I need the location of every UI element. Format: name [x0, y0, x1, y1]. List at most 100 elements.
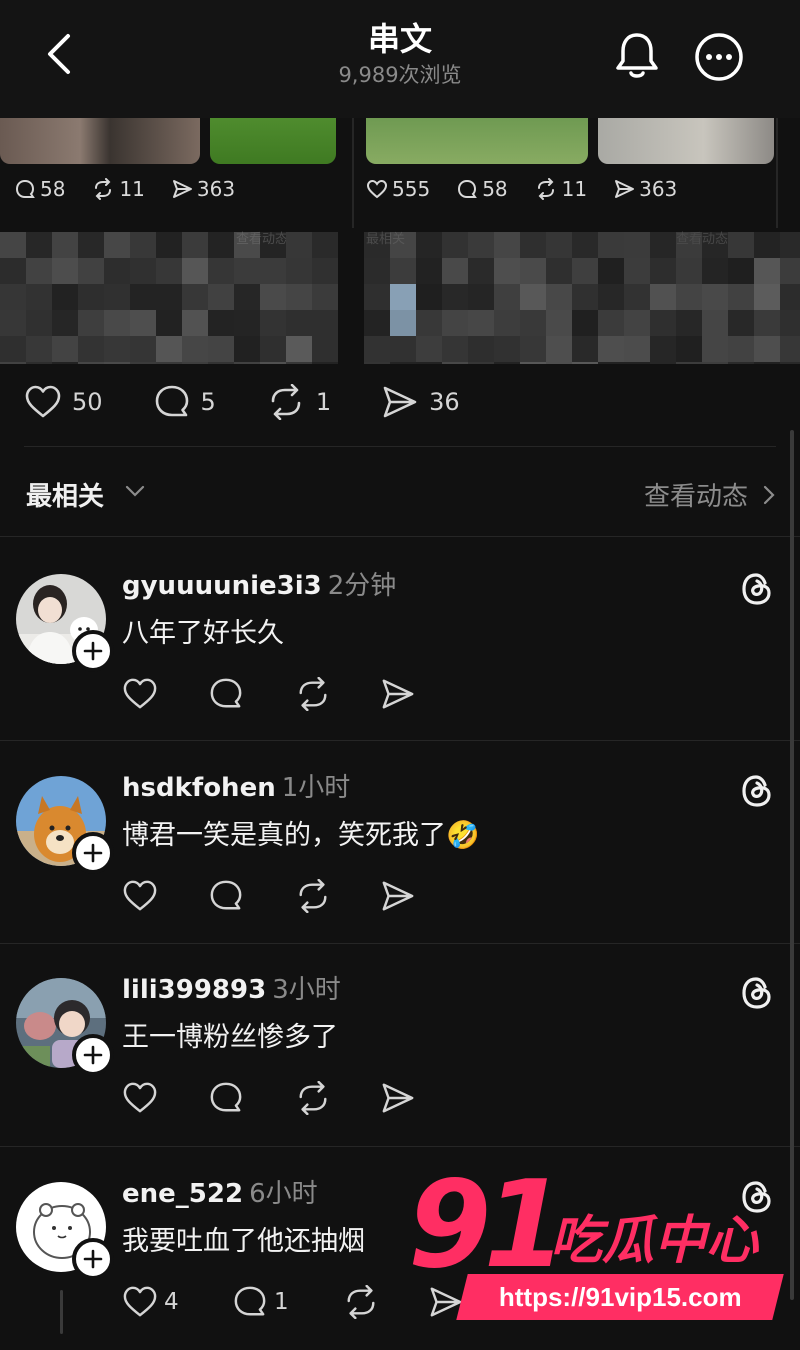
comment-actions — [122, 876, 466, 916]
top-bar: 串文 9,989次浏览 — [0, 0, 800, 118]
comment-item: hsdkfohen 1小时 博君一笑是真的，笑死我了🤣 — [0, 742, 800, 942]
repost-button[interactable] — [294, 677, 380, 711]
send-icon — [382, 679, 414, 709]
heart-icon — [123, 1286, 157, 1317]
repost-icon — [537, 178, 554, 200]
reply-button[interactable] — [208, 1081, 294, 1115]
pixelated-censored-area — [0, 232, 800, 364]
thread-line — [60, 1290, 63, 1334]
repost-icon — [299, 677, 327, 711]
share-count: 363 — [196, 177, 236, 201]
comment-header: ene_522 6小时 — [122, 1176, 318, 1212]
left-card-stats: 58 11 363 — [14, 174, 261, 204]
repost-button[interactable] — [294, 879, 380, 913]
username[interactable]: ene_522 — [122, 1179, 243, 1209]
send-icon — [382, 1083, 414, 1113]
like-count: 4 — [164, 1289, 179, 1315]
repost-icon — [299, 879, 327, 913]
bell-icon — [616, 33, 658, 78]
repost-count: 11 — [119, 177, 145, 201]
reply-count: 5 — [200, 388, 216, 416]
comment-text: 博君一笑是真的，笑死我了🤣 — [122, 820, 480, 851]
like-stat[interactable]: 555 — [366, 177, 430, 201]
comment-item: lili399893 3小时 王一博粉丝惨多了 — [0, 944, 800, 1144]
repost-icon — [299, 1081, 327, 1115]
view-activity-label: 查看动态 — [643, 482, 748, 512]
comment-text: 王一博粉丝惨多了 — [122, 1022, 338, 1053]
divider — [0, 1146, 800, 1147]
comment-header: lili399893 3小时 — [122, 972, 341, 1008]
heart-icon — [123, 880, 157, 911]
share-stat[interactable]: 363 — [171, 177, 235, 201]
view-activity-link[interactable]: 查看动态 — [644, 476, 776, 513]
more-icon — [695, 33, 743, 81]
comment-actions — [122, 1078, 466, 1118]
comment-header: hsdkfohen 1小时 — [122, 770, 350, 806]
more-options-button[interactable] — [692, 30, 746, 84]
reply-icon — [210, 880, 242, 910]
send-icon — [172, 180, 192, 198]
watermark-url: https://91vip15.com — [498, 1281, 742, 1312]
like-button[interactable]: 50 — [24, 384, 103, 420]
follow-button[interactable] — [72, 832, 114, 874]
card-photo — [210, 118, 336, 164]
reply-stat[interactable]: 58 — [456, 177, 508, 201]
reply-icon — [458, 179, 478, 198]
follow-button[interactable] — [72, 1034, 114, 1076]
repost-count: 11 — [561, 177, 588, 201]
reply-icon — [234, 1286, 266, 1316]
share-button[interactable] — [380, 677, 466, 711]
share-count: 36 — [429, 388, 460, 416]
like-button[interactable]: 4 — [122, 1285, 232, 1319]
share-button[interactable]: 36 — [381, 384, 460, 420]
right-card-stats: 555 58 11 363 — [366, 174, 703, 204]
username[interactable]: lili399893 — [122, 975, 266, 1005]
card-photo — [366, 118, 588, 164]
heart-icon — [25, 385, 61, 418]
like-button[interactable] — [122, 1081, 208, 1115]
share-button[interactable] — [380, 1081, 466, 1115]
reply-stat[interactable]: 58 — [14, 177, 65, 201]
reply-icon — [15, 179, 35, 198]
username[interactable]: gyuuuunie3i3 — [122, 571, 322, 601]
reply-button[interactable] — [208, 879, 294, 913]
share-stat[interactable]: 363 — [613, 177, 677, 201]
threads-icon[interactable] — [738, 570, 776, 608]
heart-icon — [123, 1082, 157, 1113]
repost-stat[interactable]: 11 — [534, 177, 587, 201]
repost-count: 1 — [315, 388, 332, 416]
send-icon — [615, 180, 635, 198]
scrollbar[interactable] — [790, 430, 794, 1300]
timestamp: 3小时 — [272, 975, 341, 1005]
reply-count: 58 — [40, 177, 66, 201]
threads-icon[interactable] — [738, 974, 776, 1012]
sort-dropdown[interactable]: 最相关 — [26, 476, 104, 513]
card-photo — [0, 118, 200, 164]
chevron-down-icon[interactable] — [124, 484, 146, 498]
like-count: 50 — [72, 388, 103, 416]
follow-button[interactable] — [72, 630, 114, 672]
repost-icon — [95, 178, 112, 200]
reply-button[interactable]: 5 — [153, 384, 216, 420]
share-button[interactable] — [380, 879, 466, 913]
repost-button[interactable] — [294, 1081, 380, 1115]
username[interactable]: hsdkfohen — [122, 773, 276, 803]
embedded-card-photos — [0, 118, 800, 166]
plus-icon — [83, 1249, 103, 1269]
threads-icon[interactable] — [738, 772, 776, 810]
like-button[interactable] — [122, 677, 208, 711]
repost-stat[interactable]: 11 — [91, 177, 145, 201]
divider — [0, 536, 800, 537]
reply-count: 58 — [482, 177, 508, 201]
sort-row: 最相关 查看动态 — [26, 472, 776, 516]
follow-button[interactable] — [72, 1238, 114, 1280]
share-count: 363 — [639, 177, 678, 201]
like-button[interactable] — [122, 879, 208, 913]
timestamp: 6小时 — [249, 1179, 318, 1209]
repost-button[interactable]: 1 — [266, 384, 331, 420]
reply-button[interactable]: 1 — [232, 1285, 342, 1319]
like-count: 555 — [392, 177, 431, 201]
reply-button[interactable] — [208, 677, 294, 711]
back-button[interactable] — [36, 28, 84, 80]
notification-button[interactable] — [612, 28, 662, 82]
